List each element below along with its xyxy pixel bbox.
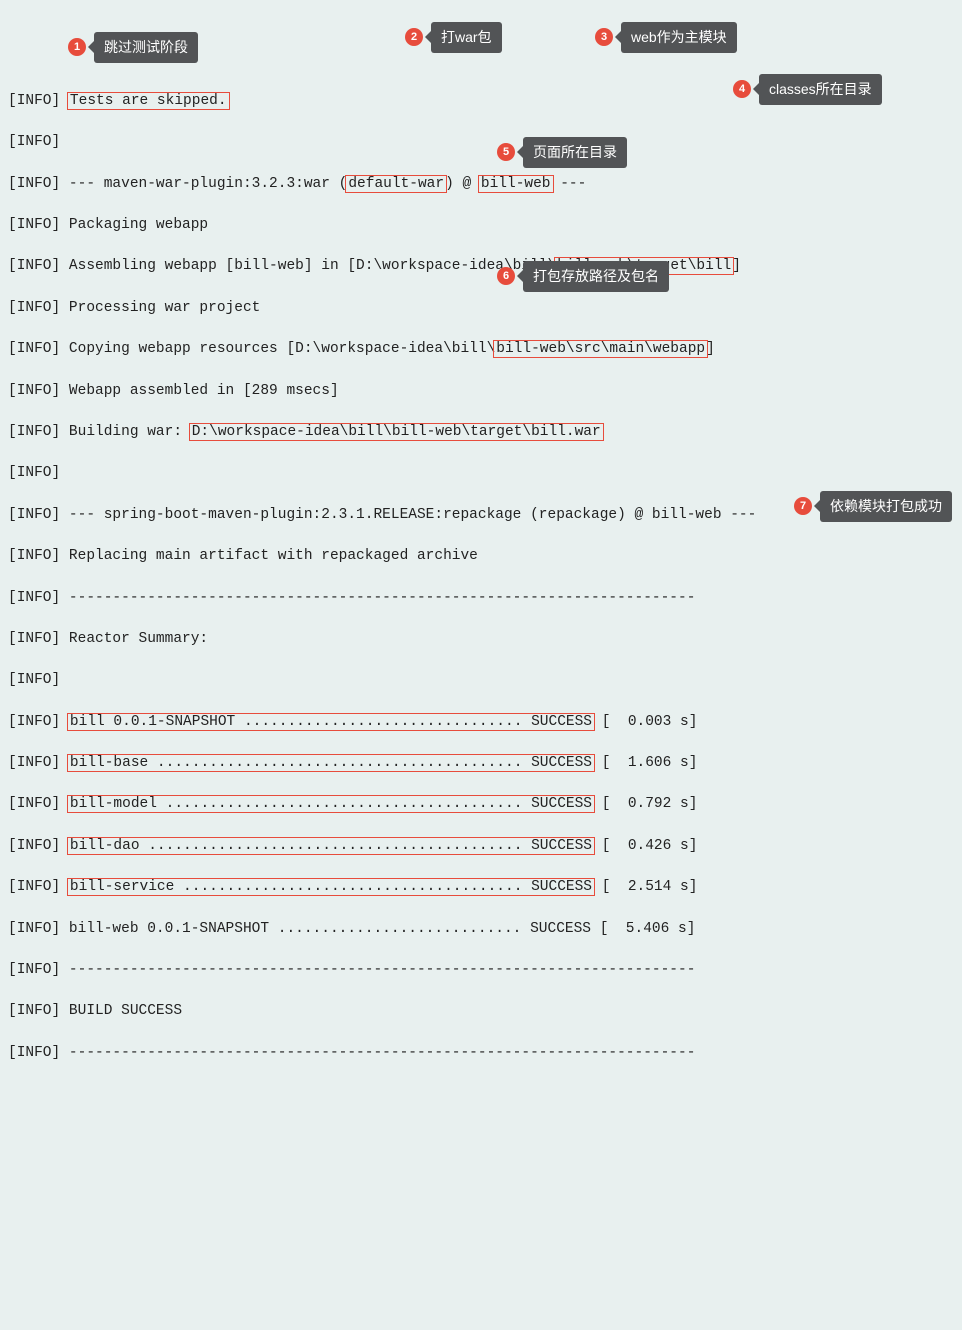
callout-2: 2 打war包 (405, 22, 502, 53)
log-line: [INFO] Packaging webapp (8, 215, 954, 236)
hl-mod-service: bill-service ...........................… (67, 878, 595, 896)
log-line: [INFO] Webapp assembled in [289 msecs] (8, 381, 954, 402)
badge-icon: 1 (68, 38, 86, 56)
hl-bill-web: bill-web (478, 175, 554, 193)
hl-war-path: D:\workspace-idea\bill\bill-web\target\b… (189, 423, 604, 441)
callout-label: web作为主模块 (621, 22, 737, 53)
hl-tests-skipped: Tests are skipped. (67, 92, 230, 110)
callout-4: 4 classes所在目录 (733, 74, 882, 105)
badge-icon: 3 (595, 28, 613, 46)
hl-default-war: default-war (345, 175, 447, 193)
log-line: [INFO] bill-service ....................… (8, 877, 954, 898)
callout-5: 5 页面所在目录 (497, 137, 627, 168)
callout-label: classes所在目录 (759, 74, 882, 105)
log-line: [INFO] Building war: D:\workspace-idea\b… (8, 422, 954, 443)
hl-mod-bill: bill 0.0.1-SNAPSHOT ....................… (67, 713, 595, 731)
hl-webapp-dir: bill-web\src\main\webapp (493, 340, 708, 358)
log-line: [INFO] ---------------------------------… (8, 960, 954, 981)
log-line: [INFO] BUILD SUCCESS (8, 1001, 954, 1022)
hl-mod-model: bill-model .............................… (67, 795, 595, 813)
log-line: [INFO] (8, 132, 954, 153)
badge-icon: 7 (794, 497, 812, 515)
log-line: [INFO] Reactor Summary: (8, 629, 954, 650)
log-line: [INFO] Assembling webapp [bill-web] in [… (8, 256, 954, 277)
log-line: [INFO] Replacing main artifact with repa… (8, 546, 954, 567)
badge-icon: 2 (405, 28, 423, 46)
log-line: [INFO] bill 0.0.1-SNAPSHOT .............… (8, 712, 954, 733)
log-line: [INFO] bill-base .......................… (8, 753, 954, 774)
callout-7: 7 依赖模块打包成功 (794, 491, 952, 522)
log-line: [INFO] Copying webapp resources [D:\work… (8, 339, 954, 360)
log-line: [INFO] Processing war project (8, 298, 954, 319)
log-line: [INFO] bill-model ......................… (8, 794, 954, 815)
callout-label: 页面所在目录 (523, 137, 627, 168)
callout-label: 打war包 (431, 22, 502, 53)
log-line: [INFO] bill-web 0.0.1-SNAPSHOT .........… (8, 919, 954, 940)
callout-3: 3 web作为主模块 (595, 22, 737, 53)
badge-icon: 5 (497, 143, 515, 161)
hl-mod-dao: bill-dao ...............................… (67, 837, 595, 855)
callout-6: 6 打包存放路径及包名 (497, 261, 669, 292)
badge-icon: 6 (497, 267, 515, 285)
log-line: [INFO] (8, 463, 954, 484)
badge-icon: 4 (733, 80, 751, 98)
callout-label: 跳过测试阶段 (94, 32, 198, 63)
callout-1: 1 跳过测试阶段 (68, 32, 198, 63)
callout-label: 打包存放路径及包名 (523, 261, 669, 292)
log-line: [INFO] ---------------------------------… (8, 1043, 954, 1064)
callout-label: 依赖模块打包成功 (820, 491, 952, 522)
hl-mod-base: bill-base ..............................… (67, 754, 595, 772)
log-line: [INFO] bill-dao ........................… (8, 836, 954, 857)
log-line: [INFO] ---------------------------------… (8, 588, 954, 609)
log-line: [INFO] --- maven-war-plugin:3.2.3:war (d… (8, 174, 954, 195)
log-line: [INFO] (8, 670, 954, 691)
